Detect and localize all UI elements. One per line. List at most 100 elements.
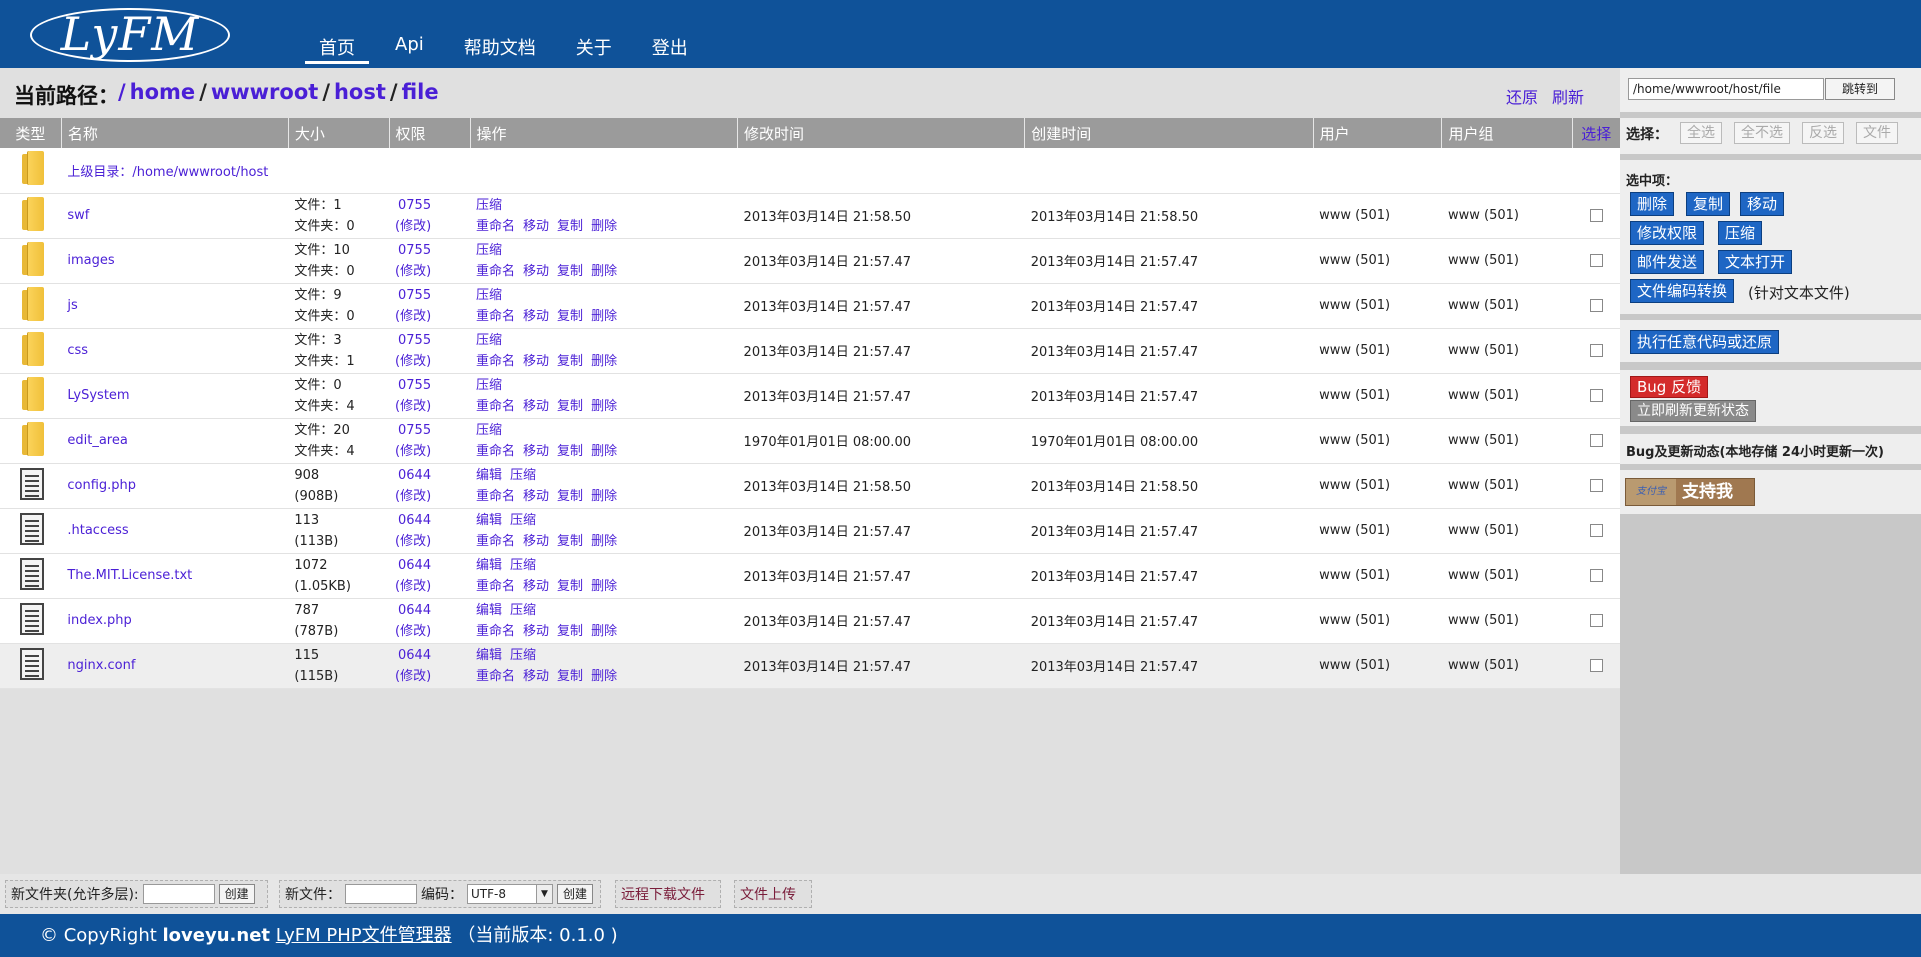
rename-link[interactable]: 重命名	[476, 534, 515, 549]
edit-link[interactable]: 编辑	[476, 648, 502, 663]
delete-link[interactable]: 删除	[591, 399, 617, 414]
compress-link[interactable]: 压缩	[510, 468, 536, 483]
path-seg-home[interactable]: home	[130, 80, 196, 104]
perm-modify-link[interactable]: (修改)	[395, 576, 470, 597]
delete-link[interactable]: 删除	[591, 444, 617, 459]
text-open-button[interactable]: 文本打开	[1718, 250, 1793, 274]
file-name-link[interactable]: edit_area	[67, 433, 127, 448]
rename-link[interactable]: 重命名	[476, 444, 515, 459]
row-checkbox[interactable]	[1589, 569, 1603, 582]
edit-link[interactable]: 编辑	[476, 603, 502, 618]
bug-report-button[interactable]: Bug 反馈	[1630, 376, 1709, 398]
delete-link[interactable]: 删除	[591, 354, 617, 369]
delete-link[interactable]: 删除	[591, 264, 617, 279]
move-link[interactable]: 移动	[523, 309, 549, 324]
table-row[interactable]: .htaccess 113 (113B) 0644 (修改) 编辑 压缩 重命名 移动 复制 删除 2…	[0, 508, 1620, 554]
row-checkbox[interactable]	[1589, 434, 1603, 447]
product-link[interactable]: LyFM PHP文件管理器	[276, 925, 452, 946]
compress-link[interactable]: 压缩	[476, 423, 502, 438]
delete-selected-button[interactable]: 删除	[1630, 192, 1675, 216]
edit-link[interactable]: 编辑	[476, 468, 502, 483]
table-row[interactable]: edit_area 文件：20 文件夹：4 0755 (修改) 压缩 重命名 移动 复制 删除 19…	[0, 418, 1620, 464]
row-checkbox[interactable]	[1589, 209, 1603, 222]
file-name-link[interactable]: css	[67, 343, 88, 358]
rename-link[interactable]: 重命名	[476, 219, 515, 234]
restore-link[interactable]: 还原	[1506, 84, 1538, 108]
delete-link[interactable]: 删除	[591, 624, 617, 639]
logo[interactable]: LyFM	[30, 8, 230, 62]
delete-link[interactable]: 删除	[591, 669, 617, 684]
compress-link[interactable]: 压缩	[476, 378, 502, 393]
copy-link[interactable]: 复制	[557, 579, 583, 594]
exec-code-button[interactable]: 执行任意代码或还原	[1630, 330, 1780, 354]
table-row[interactable]: images 文件：10 文件夹：0 0755 (修改) 压缩 重命名 移动 复制 删除 2013年…	[0, 238, 1620, 284]
mail-selected-button[interactable]: 邮件发送	[1630, 250, 1705, 274]
move-link[interactable]: 移动	[523, 624, 549, 639]
copy-link[interactable]: 复制	[557, 444, 583, 459]
file-name-link[interactable]: .htaccess	[67, 523, 128, 538]
refresh-status-button[interactable]: 立即刷新更新状态	[1630, 400, 1756, 422]
compress-link[interactable]: 压缩	[510, 648, 536, 663]
delete-link[interactable]: 删除	[591, 219, 617, 234]
perm-value[interactable]: 0755	[395, 285, 470, 306]
row-checkbox[interactable]	[1589, 389, 1603, 402]
encode-convert-button[interactable]: 文件编码转换	[1630, 279, 1735, 303]
file-name-link[interactable]: The.MIT.License.txt	[67, 568, 192, 583]
perm-modify-link[interactable]: (修改)	[395, 486, 470, 507]
upload-link[interactable]: 文件上传	[740, 884, 796, 904]
perm-value[interactable]: 0755	[395, 420, 470, 441]
table-row[interactable]: index.php 787 (787B) 0644 (修改) 编辑 压缩 重命名 移动 复制 删除 2…	[0, 598, 1620, 644]
file-name-link[interactable]: config.php	[67, 478, 136, 493]
row-checkbox[interactable]	[1589, 254, 1603, 267]
path-root[interactable]: /	[118, 80, 126, 104]
rename-link[interactable]: 重命名	[476, 579, 515, 594]
nav-help[interactable]: 帮助文档	[450, 30, 550, 64]
compress-link[interactable]: 压缩	[510, 558, 536, 573]
file-name-link[interactable]: swf	[67, 208, 89, 223]
compress-link[interactable]: 压缩	[476, 243, 502, 258]
nav-about[interactable]: 关于	[562, 30, 626, 64]
delete-link[interactable]: 删除	[591, 489, 617, 504]
delete-link[interactable]: 删除	[591, 579, 617, 594]
jump-path-input[interactable]: /home/wwwroot/host/file	[1628, 78, 1824, 100]
file-name-link[interactable]: index.php	[67, 613, 131, 628]
rename-link[interactable]: 重命名	[476, 669, 515, 684]
create-file-button[interactable]: 创建	[557, 884, 594, 904]
table-row[interactable]: LySystem 文件：0 文件夹：4 0755 (修改) 压缩 重命名 移动 复制 删除 2013…	[0, 373, 1620, 419]
compress-link[interactable]: 压缩	[476, 333, 502, 348]
chmod-selected-button[interactable]: 修改权限	[1630, 221, 1705, 245]
delete-link[interactable]: 删除	[591, 309, 617, 324]
move-link[interactable]: 移动	[523, 579, 549, 594]
perm-modify-link[interactable]: (修改)	[395, 261, 470, 282]
row-checkbox[interactable]	[1589, 614, 1603, 627]
move-link[interactable]: 移动	[523, 534, 549, 549]
move-link[interactable]: 移动	[523, 444, 549, 459]
nav-api[interactable]: Api	[381, 30, 438, 64]
perm-modify-link[interactable]: (修改)	[395, 441, 470, 462]
parent-dir-row[interactable]: 上级目录：/home/wwwroot/host	[0, 148, 1620, 194]
perm-value[interactable]: 0755	[395, 330, 470, 351]
select-files-button[interactable]: 文件	[1856, 122, 1898, 144]
copy-link[interactable]: 复制	[557, 219, 583, 234]
copy-link[interactable]: 复制	[557, 624, 583, 639]
new-folder-input[interactable]	[142, 884, 215, 904]
perm-modify-link[interactable]: (修改)	[395, 216, 470, 237]
nav-home[interactable]: 首页	[305, 30, 369, 64]
edit-link[interactable]: 编辑	[476, 558, 502, 573]
select-none-button[interactable]: 全不选	[1734, 122, 1790, 144]
perm-value[interactable]: 0644	[395, 600, 470, 621]
file-name-link[interactable]: js	[67, 298, 77, 313]
parent-dir-link[interactable]: 上级目录：/home/wwwroot/host	[67, 165, 268, 180]
move-link[interactable]: 移动	[523, 399, 549, 414]
file-name-link[interactable]: nginx.conf	[67, 658, 135, 673]
refresh-link[interactable]: 刷新	[1552, 84, 1584, 108]
perm-value[interactable]: 0755	[395, 240, 470, 261]
table-row[interactable]: config.php 908 (908B) 0644 (修改) 编辑 压缩 重命名 移动 复制 删除…	[0, 463, 1620, 509]
move-link[interactable]: 移动	[523, 489, 549, 504]
encoding-select[interactable]: UTF-8 ▼	[467, 884, 553, 904]
rename-link[interactable]: 重命名	[476, 399, 515, 414]
jump-button[interactable]: 跳转到	[1825, 78, 1895, 100]
move-link[interactable]: 移动	[523, 354, 549, 369]
edit-link[interactable]: 编辑	[476, 513, 502, 528]
compress-link[interactable]: 压缩	[476, 198, 502, 213]
